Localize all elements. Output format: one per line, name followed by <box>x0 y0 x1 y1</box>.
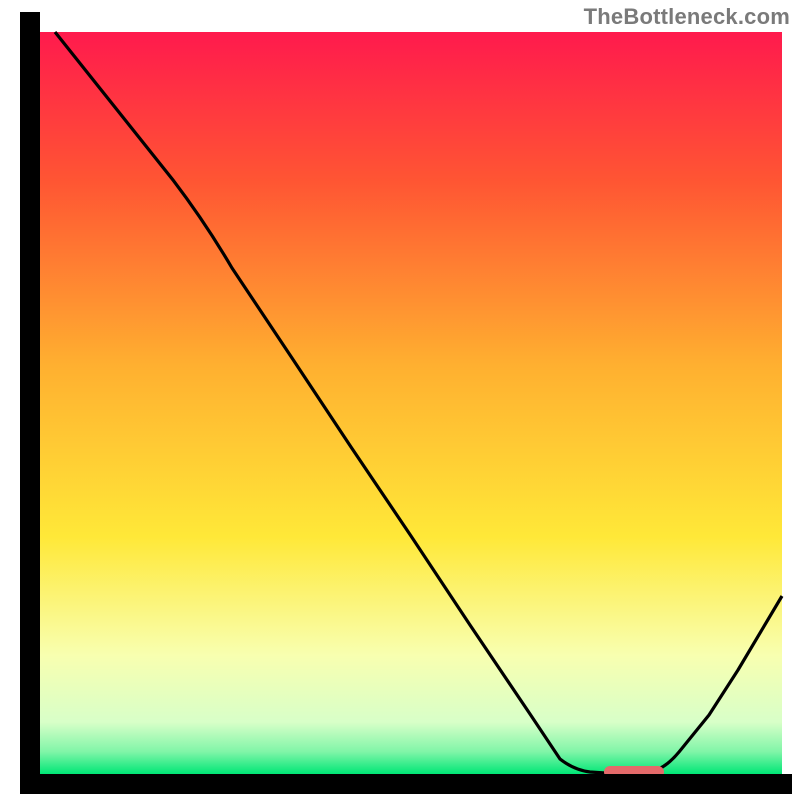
watermark-text: TheBottleneck.com <box>584 4 790 30</box>
chart-svg <box>0 0 800 800</box>
gradient-background <box>40 32 782 774</box>
bottleneck-chart: TheBottleneck.com <box>0 0 800 800</box>
plot-area <box>40 32 782 778</box>
